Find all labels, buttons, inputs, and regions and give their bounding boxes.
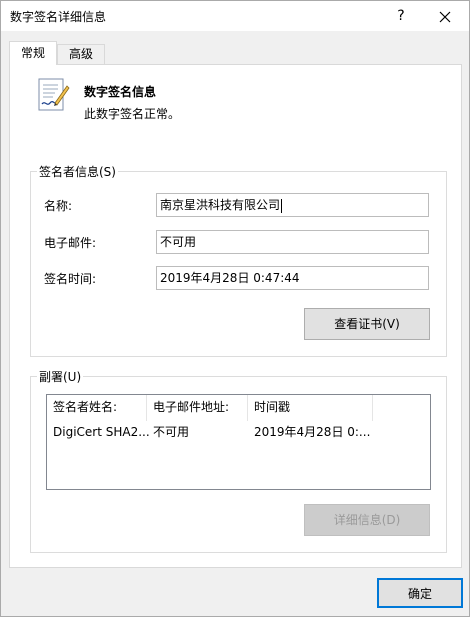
- signature-status-text: 此数字签名正常。: [84, 107, 181, 121]
- name-label: 名称:: [44, 199, 73, 213]
- signing-time-label: 签名时间:: [44, 272, 97, 286]
- signing-time-field[interactable]: 2019年4月28日 0:47:44: [156, 266, 429, 290]
- signature-info-title: 数字签名信息: [84, 85, 157, 99]
- email-value: 不可用: [160, 235, 197, 249]
- text-caret: [281, 198, 283, 213]
- email-label: 电子邮件:: [44, 236, 97, 250]
- ok-button[interactable]: 确定: [377, 578, 463, 608]
- close-button[interactable]: [429, 3, 461, 29]
- view-certificate-button[interactable]: 查看证书(V): [304, 308, 430, 340]
- cell-email: 不可用: [153, 425, 190, 439]
- window-title: 数字签名详细信息: [10, 10, 107, 24]
- digital-signature-details-dialog: 数字签名详细信息 ? 常规 高级 数字签名信息 此数字签名正常。 签名者信息(S…: [0, 0, 470, 617]
- signer-info-legend: 签名者信息(S): [37, 163, 118, 180]
- name-field[interactable]: 南京星洪科技有限公司: [156, 193, 429, 217]
- tab-advanced[interactable]: 高级: [57, 44, 105, 65]
- email-field[interactable]: 不可用: [156, 230, 429, 254]
- signed-document-icon: [38, 78, 70, 111]
- list-header: 签名者姓名: 电子邮件地址: 时间戳: [47, 395, 430, 421]
- details-button[interactable]: 详细信息(D): [304, 504, 430, 536]
- list-item[interactable]: DigiCert SHA2... 不可用 2019年4月28日 0:...: [47, 421, 430, 443]
- column-header-timestamp[interactable]: 时间戳: [248, 395, 373, 421]
- cell-timestamp: 2019年4月28日 0:...: [254, 425, 371, 439]
- column-header-signer-name[interactable]: 签名者姓名:: [47, 395, 147, 421]
- signing-time-value: 2019年4月28日 0:47:44: [160, 271, 300, 285]
- countersignatures-legend: 副署(U): [37, 368, 84, 385]
- title-bar: 数字签名详细信息 ?: [1, 1, 469, 31]
- column-header-email[interactable]: 电子邮件地址:: [147, 395, 248, 421]
- name-value: 南京星洪科技有限公司: [160, 198, 281, 212]
- help-button[interactable]: ?: [389, 3, 413, 29]
- close-icon: [439, 11, 451, 22]
- general-tab-panel: 数字签名信息 此数字签名正常。 签名者信息(S) 名称: 南京星洪科技有限公司 …: [9, 64, 462, 568]
- countersignatures-list[interactable]: 签名者姓名: 电子邮件地址: 时间戳 DigiCert SHA2... 不可用 …: [46, 394, 431, 490]
- countersignatures-group: 副署(U) 签名者姓名: 电子邮件地址: 时间戳 DigiCert SHA2..…: [30, 368, 447, 553]
- tab-general[interactable]: 常规: [9, 41, 57, 65]
- cell-signer-name: DigiCert SHA2...: [53, 425, 150, 439]
- signer-info-group: 签名者信息(S) 名称: 南京星洪科技有限公司 电子邮件: 不可用 签名时间: …: [30, 163, 447, 357]
